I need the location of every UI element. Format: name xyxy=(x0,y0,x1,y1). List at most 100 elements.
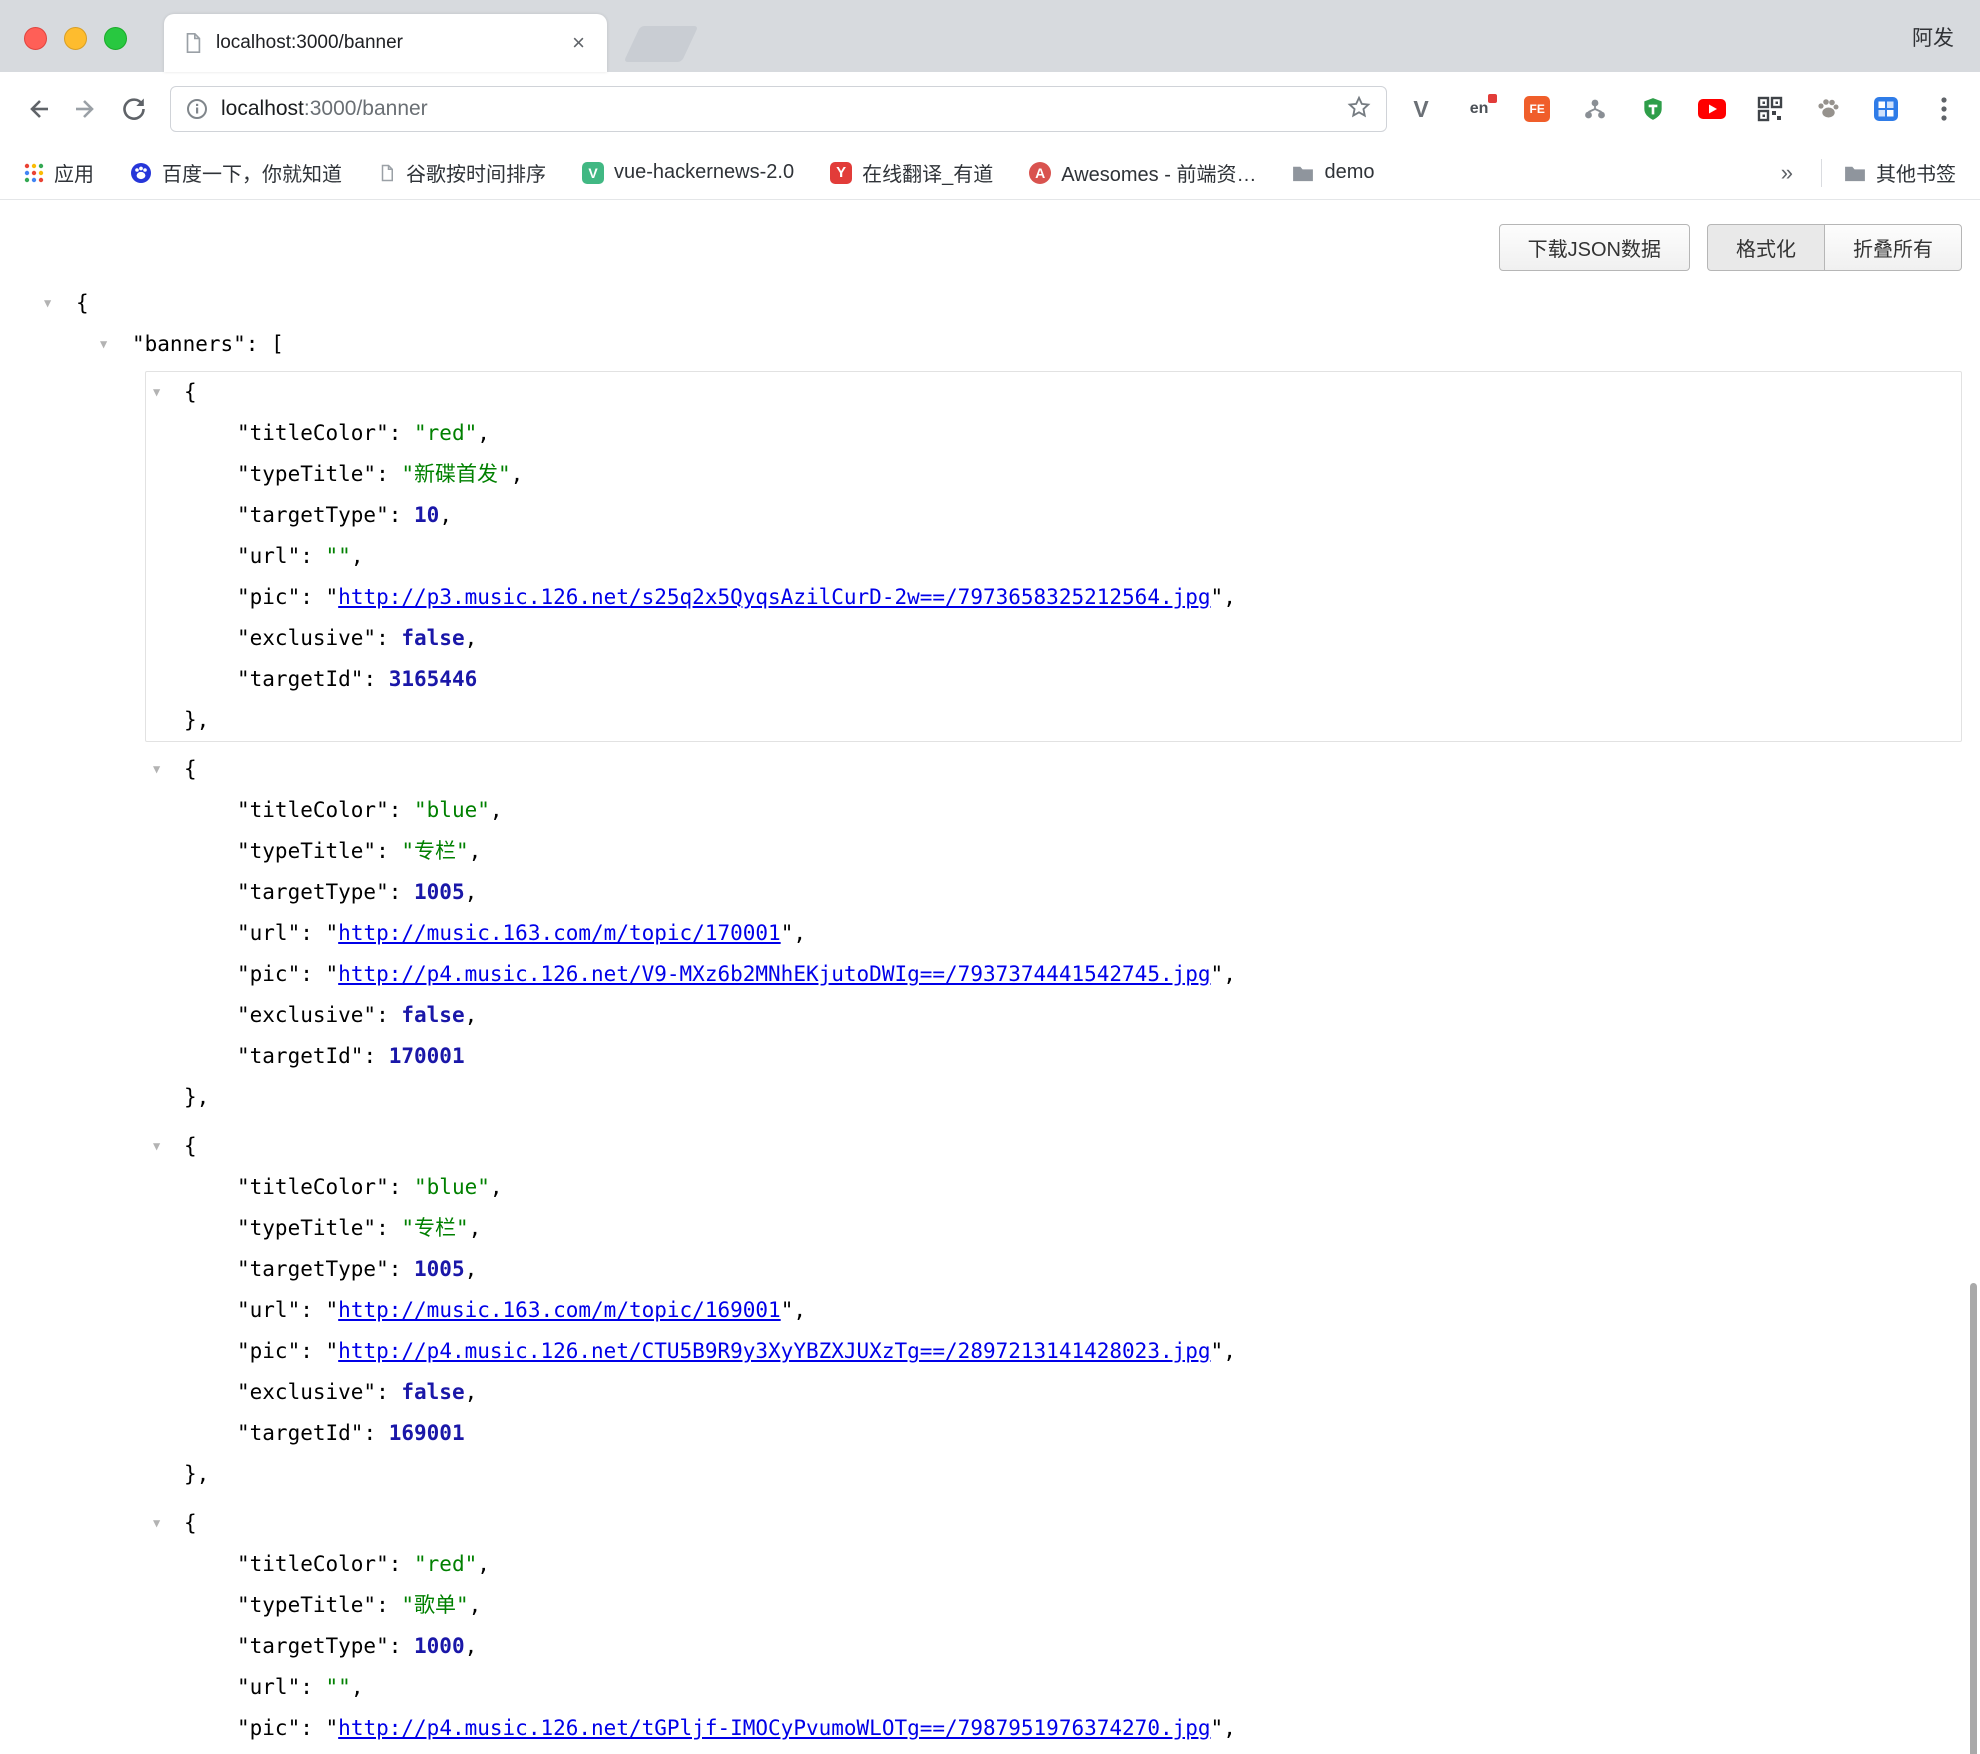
paw-icon[interactable] xyxy=(1810,91,1846,127)
bookmark-label: 在线翻译_有道 xyxy=(862,158,993,187)
new-tab-button[interactable] xyxy=(624,26,699,62)
bookmark-label: 百度一下，你就知道 xyxy=(162,158,342,187)
json-row: "pic": "http://p4.music.126.net/CTU5B9R9… xyxy=(146,1331,1961,1372)
json-viewer-actions: 下载JSON数据 格式化 折叠所有 xyxy=(0,200,1980,271)
json-row: "exclusive": false, xyxy=(146,1372,1961,1413)
json-array-item: ▼{"titleColor": "blue","typeTitle": "专栏"… xyxy=(145,748,1962,1119)
bookmark-label: 其他书签 xyxy=(1876,158,1956,187)
tab-close-icon[interactable]: × xyxy=(568,30,589,56)
json-row: "targetId": 169001 xyxy=(146,1413,1961,1454)
json-row: }, xyxy=(146,1454,1961,1495)
json-array-item: ▼{"titleColor": "blue","typeTitle": "专栏"… xyxy=(145,1125,1962,1496)
json-tree: ▼{▼"banners": [▼{"titleColor": "red","ty… xyxy=(0,283,1980,1754)
url-path: :3000/banner xyxy=(304,97,428,120)
youtube-icon[interactable] xyxy=(1694,91,1730,127)
bookmarks-divider xyxy=(1821,159,1822,187)
json-row: "url": "http://music.163.com/m/topic/169… xyxy=(146,1290,1961,1331)
bookmark-label: 应用 xyxy=(54,158,94,187)
json-row: "targetType": 1005, xyxy=(146,1249,1961,1290)
folder-icon xyxy=(1292,164,1314,182)
bookmark-other-bookmarks[interactable]: 其他书签 xyxy=(1844,158,1956,187)
json-row: ▼{ xyxy=(146,749,1961,790)
json-row: }, xyxy=(146,700,1961,741)
qr-code-icon[interactable] xyxy=(1752,91,1788,127)
json-row: "typeTitle": "歌单", xyxy=(146,1585,1961,1626)
json-row: "titleColor": "blue", xyxy=(146,1167,1961,1208)
collapse-toggle-icon[interactable]: ▼ xyxy=(100,324,107,365)
forward-button[interactable] xyxy=(62,85,110,133)
forward-arrow-icon xyxy=(72,95,100,123)
json-link[interactable]: http://p4.music.126.net/CTU5B9R9y3XyYBZX… xyxy=(338,1339,1210,1363)
browser-menu-icon[interactable] xyxy=(1926,91,1962,127)
bookmark-folder-demo[interactable]: demo xyxy=(1292,161,1374,184)
bookmarks-overflow-chevron[interactable]: » xyxy=(1781,160,1793,186)
bookmark-label: Awesomes - 前端资… xyxy=(1061,158,1256,187)
blue-grid-icon[interactable] xyxy=(1868,91,1904,127)
json-row: "typeTitle": "专栏", xyxy=(146,831,1961,872)
profile-name[interactable]: 阿发 xyxy=(1912,22,1954,52)
vue-icon: V xyxy=(582,162,604,184)
bookmark-apps[interactable]: 应用 xyxy=(24,158,94,187)
bookmark-youdao[interactable]: Y 在线翻译_有道 xyxy=(830,158,993,187)
json-array-item: ▼{"titleColor": "red","typeTitle": "新碟首发… xyxy=(145,371,1962,742)
json-row: "titleColor": "blue", xyxy=(146,790,1961,831)
page-info-icon[interactable] xyxy=(185,97,209,121)
page-favicon-icon xyxy=(182,30,204,56)
collapse-toggle-icon[interactable]: ▼ xyxy=(153,372,160,413)
json-row: ▼{ xyxy=(146,372,1961,413)
json-row: "pic": "http://p3.music.126.net/s25q2x5Q… xyxy=(146,577,1961,618)
json-row: "pic": "http://p4.music.126.net/V9-MXz6b… xyxy=(146,954,1961,995)
bookmark-baidu[interactable]: 百度一下，你就知道 xyxy=(130,158,342,187)
tab-title: localhost:3000/banner xyxy=(216,32,568,54)
green-shield-icon[interactable] xyxy=(1635,91,1671,127)
collapse-toggle-icon[interactable]: ▼ xyxy=(44,283,51,324)
address-bar[interactable]: localhost:3000/banner xyxy=(170,86,1387,132)
bookmark-label: vue-hackernews-2.0 xyxy=(614,161,794,184)
format-button[interactable]: 格式化 xyxy=(1707,224,1825,271)
json-link[interactable]: http://music.163.com/m/topic/169001 xyxy=(338,1298,781,1322)
scrollbar-thumb[interactable] xyxy=(1970,1283,1977,1754)
collapse-toggle-icon[interactable]: ▼ xyxy=(153,1503,160,1544)
json-link[interactable]: http://p3.music.126.net/s25q2x5QyqsAzilC… xyxy=(338,585,1210,609)
close-window-button[interactable] xyxy=(24,27,47,50)
collapse-toggle-icon[interactable]: ▼ xyxy=(153,1126,160,1167)
page-content: 下载JSON数据 格式化 折叠所有 ▼{▼"banners": [▼{"titl… xyxy=(0,200,1980,1754)
json-row: "targetId": 3165446 xyxy=(146,659,1961,700)
tab-strip: localhost:3000/banner × 阿发 xyxy=(0,0,1980,72)
bookmark-star-icon[interactable] xyxy=(1346,94,1372,125)
folder-icon xyxy=(1844,164,1866,182)
extension-area: V en FE xyxy=(1403,91,1966,127)
json-array-item: ▼{"titleColor": "red","typeTitle": "歌单",… xyxy=(145,1502,1962,1754)
translate-icon[interactable]: en xyxy=(1461,91,1497,127)
fe-icon[interactable]: FE xyxy=(1519,91,1555,127)
json-row: "targetId": 170001 xyxy=(146,1036,1961,1077)
json-row: "titleColor": "red", xyxy=(146,1544,1961,1585)
browser-tab[interactable]: localhost:3000/banner × xyxy=(164,14,607,72)
zoom-window-button[interactable] xyxy=(104,27,127,50)
url-text[interactable]: localhost:3000/banner xyxy=(221,97,428,121)
json-link[interactable]: http://p4.music.126.net/tGPljf-IMOCyPvum… xyxy=(338,1716,1210,1740)
json-row: "typeTitle": "专栏", xyxy=(146,1208,1961,1249)
bookmarks-bar: 应用 百度一下，你就知道 谷歌按时间排序 V vue-hackernews-2.… xyxy=(0,146,1980,200)
reload-button[interactable] xyxy=(110,85,158,133)
json-row: ▼{ xyxy=(146,1503,1961,1544)
back-button[interactable] xyxy=(14,85,62,133)
vimium-icon[interactable]: V xyxy=(1403,91,1439,127)
bookmark-vue-hackernews[interactable]: V vue-hackernews-2.0 xyxy=(582,161,794,184)
json-link[interactable]: http://music.163.com/m/topic/170001 xyxy=(338,921,781,945)
bookmark-awesomes[interactable]: A Awesomes - 前端资… xyxy=(1029,158,1256,187)
bookmark-label: demo xyxy=(1324,161,1374,184)
collapse-all-button[interactable]: 折叠所有 xyxy=(1824,224,1962,271)
minimize-window-button[interactable] xyxy=(64,27,87,50)
json-link[interactable]: http://p4.music.126.net/V9-MXz6b2MNhEKju… xyxy=(338,962,1210,986)
json-row: ▼{ xyxy=(0,283,1980,324)
view-toggle-group: 格式化 折叠所有 xyxy=(1708,224,1962,271)
json-row: "typeTitle": "新碟首发", xyxy=(146,454,1961,495)
bookmark-google-sort[interactable]: 谷歌按时间排序 xyxy=(378,158,546,187)
url-host: localhost xyxy=(221,97,304,120)
json-row: "exclusive": false, xyxy=(146,995,1961,1036)
collapse-toggle-icon[interactable]: ▼ xyxy=(153,749,160,790)
org-icon[interactable] xyxy=(1577,91,1613,127)
download-json-button[interactable]: 下载JSON数据 xyxy=(1499,224,1690,271)
apps-grid-icon xyxy=(24,163,44,183)
